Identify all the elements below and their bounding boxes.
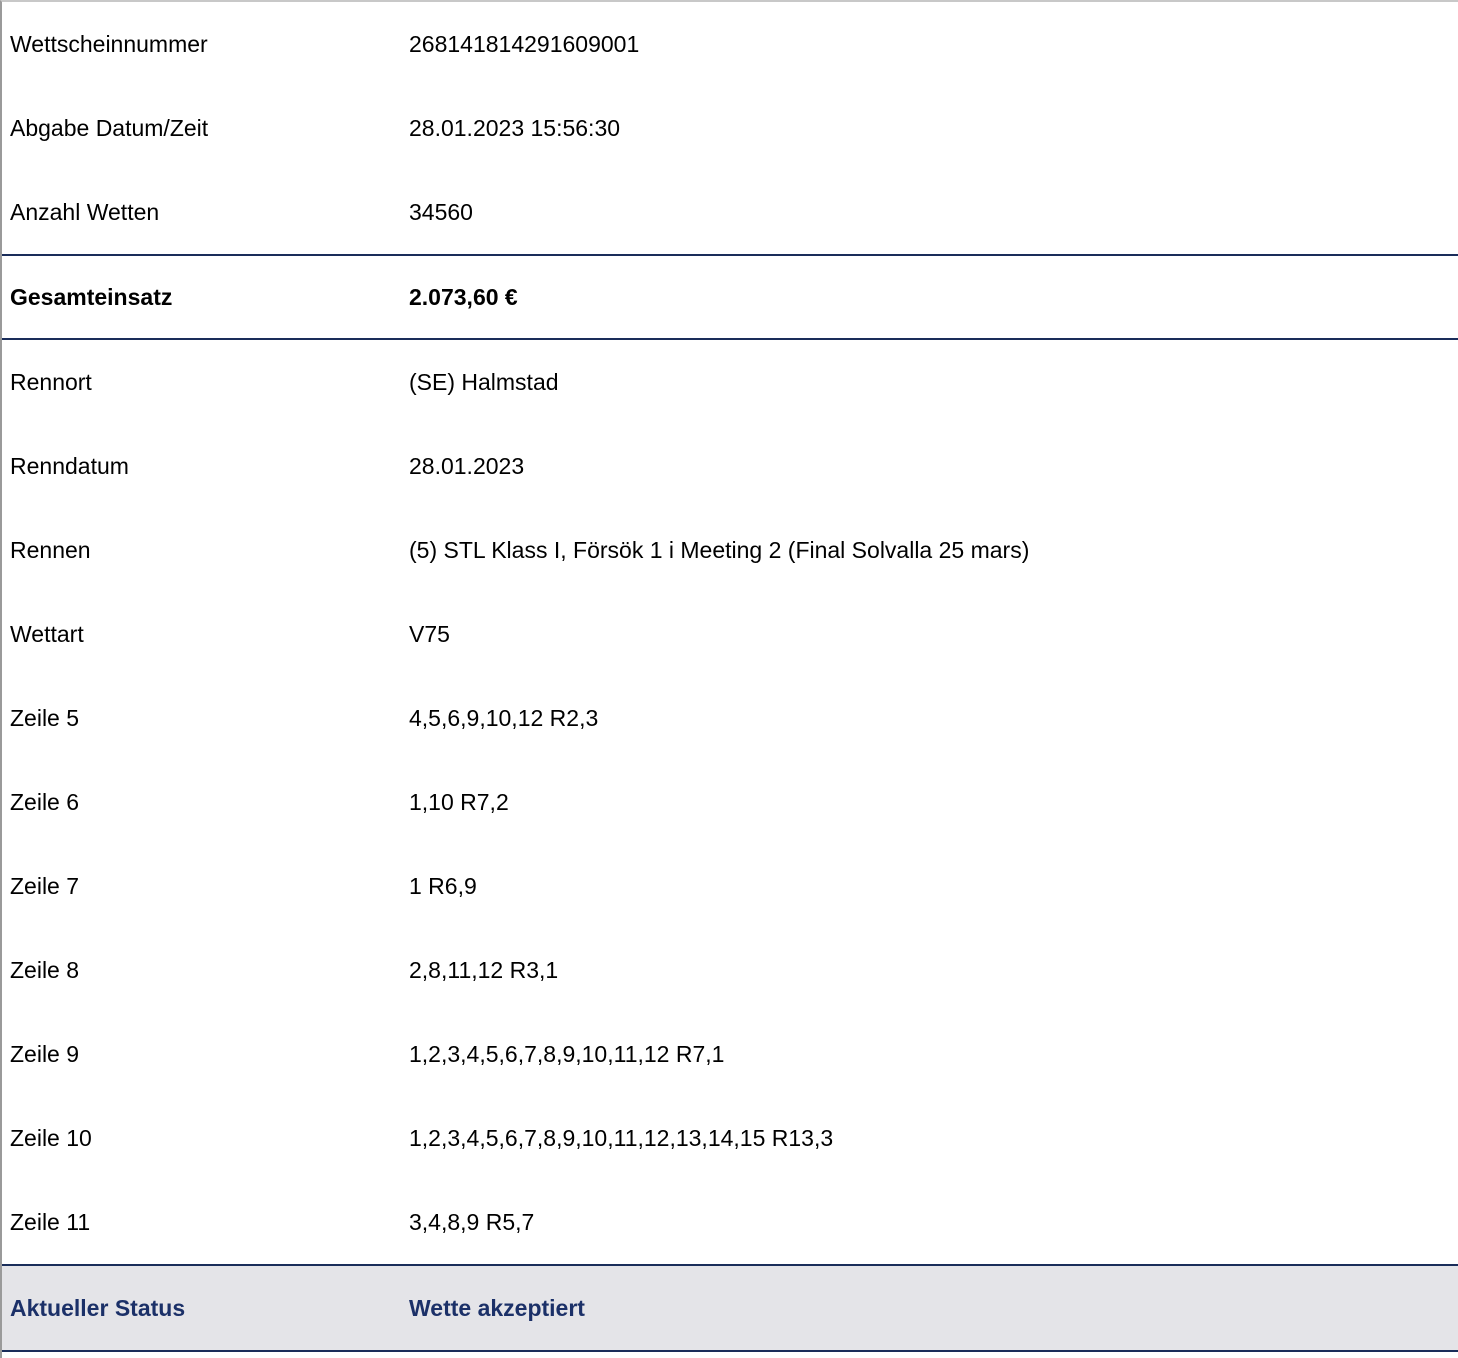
line-value: 1,2,3,4,5,6,7,8,9,10,11,12,13,14,15 R13,…	[409, 1124, 834, 1151]
line-label: Zeile 10	[10, 1124, 92, 1151]
line-label: Zeile 6	[10, 788, 80, 815]
venue-value: (SE) Halmstad	[409, 368, 559, 395]
bet-type-value: V75	[409, 620, 450, 647]
current-status-value: Wette akzeptiert	[409, 1294, 585, 1321]
race-name-row: Rennen (5) STL Klass I, Försök 1 i Meeti…	[2, 508, 1458, 592]
line-label: Zeile 11	[10, 1208, 91, 1235]
total-stake-label: Gesamteinsatz	[10, 283, 173, 310]
venue-label: Rennort	[10, 368, 92, 395]
total-stake-value: 2.073,60 €	[409, 283, 518, 310]
line-value: 4,5,6,9,10,12 R2,3	[409, 704, 599, 731]
submitted-at-value: 28.01.2023 15:56:30	[409, 114, 621, 141]
race-name-label: Rennen	[10, 536, 91, 563]
total-stake-row: Gesamteinsatz 2.073,60 €	[2, 254, 1458, 340]
submitted-at-row: Abgabe Datum/Zeit 28.01.2023 15:56:30	[2, 86, 1458, 170]
race-date-value: 28.01.2023	[409, 452, 525, 479]
race-date-row: Renndatum 28.01.2023	[2, 424, 1458, 508]
line-value: 1,2,3,4,5,6,7,8,9,10,11,12 R7,1	[409, 1040, 725, 1067]
bet-type-row: Wettart V75	[2, 592, 1458, 676]
line-row: Zeile 11 3,4,8,9 R5,7	[2, 1180, 1458, 1264]
line-row: Zeile 8 2,8,11,12 R3,1	[2, 928, 1458, 1012]
line-row: Zeile 6 1,10 R7,2	[2, 760, 1458, 844]
line-row: Zeile 7 1 R6,9	[2, 844, 1458, 928]
current-status-row: Aktueller Status Wette akzeptiert	[2, 1264, 1458, 1352]
submitted-at-label: Abgabe Datum/Zeit	[10, 114, 209, 141]
line-label: Zeile 9	[10, 1040, 80, 1067]
line-row: Zeile 5 4,5,6,9,10,12 R2,3	[2, 676, 1458, 760]
line-label: Zeile 5	[10, 704, 80, 731]
ticket-number-value: 268141814291609001	[409, 30, 640, 57]
line-value: 1 R6,9	[409, 872, 477, 899]
bet-count-row: Anzahl Wetten 34560	[2, 170, 1458, 254]
line-row: Zeile 9 1,2,3,4,5,6,7,8,9,10,11,12 R7,1	[2, 1012, 1458, 1096]
line-label: Zeile 8	[10, 956, 80, 983]
ticket-number-label: Wettscheinnummer	[10, 30, 208, 57]
bet-type-label: Wettart	[10, 620, 84, 647]
race-date-label: Renndatum	[10, 452, 129, 479]
current-status-label: Aktueller Status	[10, 1294, 186, 1321]
line-row: Zeile 10 1,2,3,4,5,6,7,8,9,10,11,12,13,1…	[2, 1096, 1458, 1180]
bet-count-label: Anzahl Wetten	[10, 198, 160, 225]
venue-row: Rennort (SE) Halmstad	[2, 340, 1458, 424]
race-name-value: (5) STL Klass I, Försök 1 i Meeting 2 (F…	[409, 536, 1030, 563]
bet-ticket-details: Wettscheinnummer 268141814291609001 Abga…	[0, 0, 1458, 1358]
line-value: 3,4,8,9 R5,7	[409, 1208, 535, 1235]
line-label: Zeile 7	[10, 872, 80, 899]
line-value: 2,8,11,12 R3,1	[409, 956, 559, 983]
bet-count-value: 34560	[409, 198, 473, 225]
ticket-number-row: Wettscheinnummer 268141814291609001	[2, 2, 1458, 86]
line-value: 1,10 R7,2	[409, 788, 509, 815]
